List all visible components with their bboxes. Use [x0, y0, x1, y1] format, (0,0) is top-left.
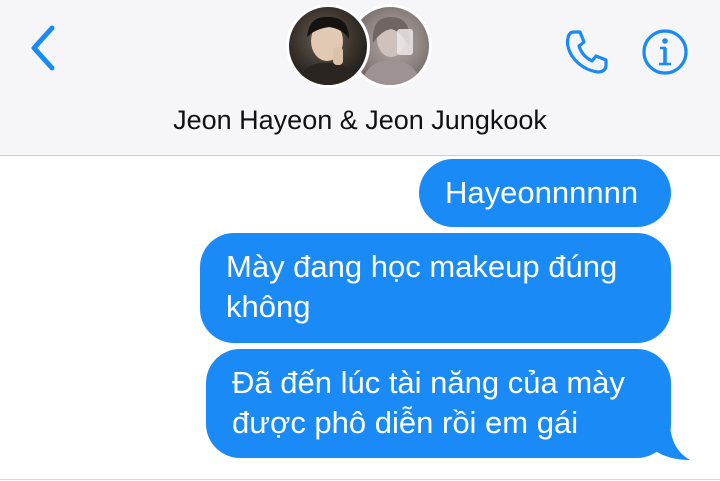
chat-title[interactable]: Jeon Hayeon & Jeon Jungkook: [0, 104, 720, 136]
back-button[interactable]: [22, 22, 66, 74]
chat-screen: Jeon Hayeon & Jeon Jungkook Hayeonnnnnn …: [0, 0, 720, 481]
message-bubble[interactable]: Hayeonnnnnn: [419, 159, 671, 227]
info-icon: [642, 29, 688, 75]
info-button[interactable]: [640, 27, 690, 77]
chat-header: Jeon Hayeon & Jeon Jungkook: [0, 0, 720, 156]
message-list: Hayeonnnnnn Mày đang học makeup đúng khô…: [0, 156, 720, 481]
group-avatars[interactable]: [286, 4, 436, 90]
message-bubble[interactable]: Mày đang học makeup đúng không: [200, 233, 671, 343]
chevron-left-icon: [31, 25, 55, 71]
phone-icon: [565, 30, 608, 74]
avatar: [286, 4, 370, 88]
call-button[interactable]: [560, 26, 612, 78]
message-bubble[interactable]: Đã đến lúc tài năng của mày được phô diễ…: [206, 349, 671, 458]
divider: [0, 479, 720, 480]
bubble-tail: [650, 426, 690, 460]
